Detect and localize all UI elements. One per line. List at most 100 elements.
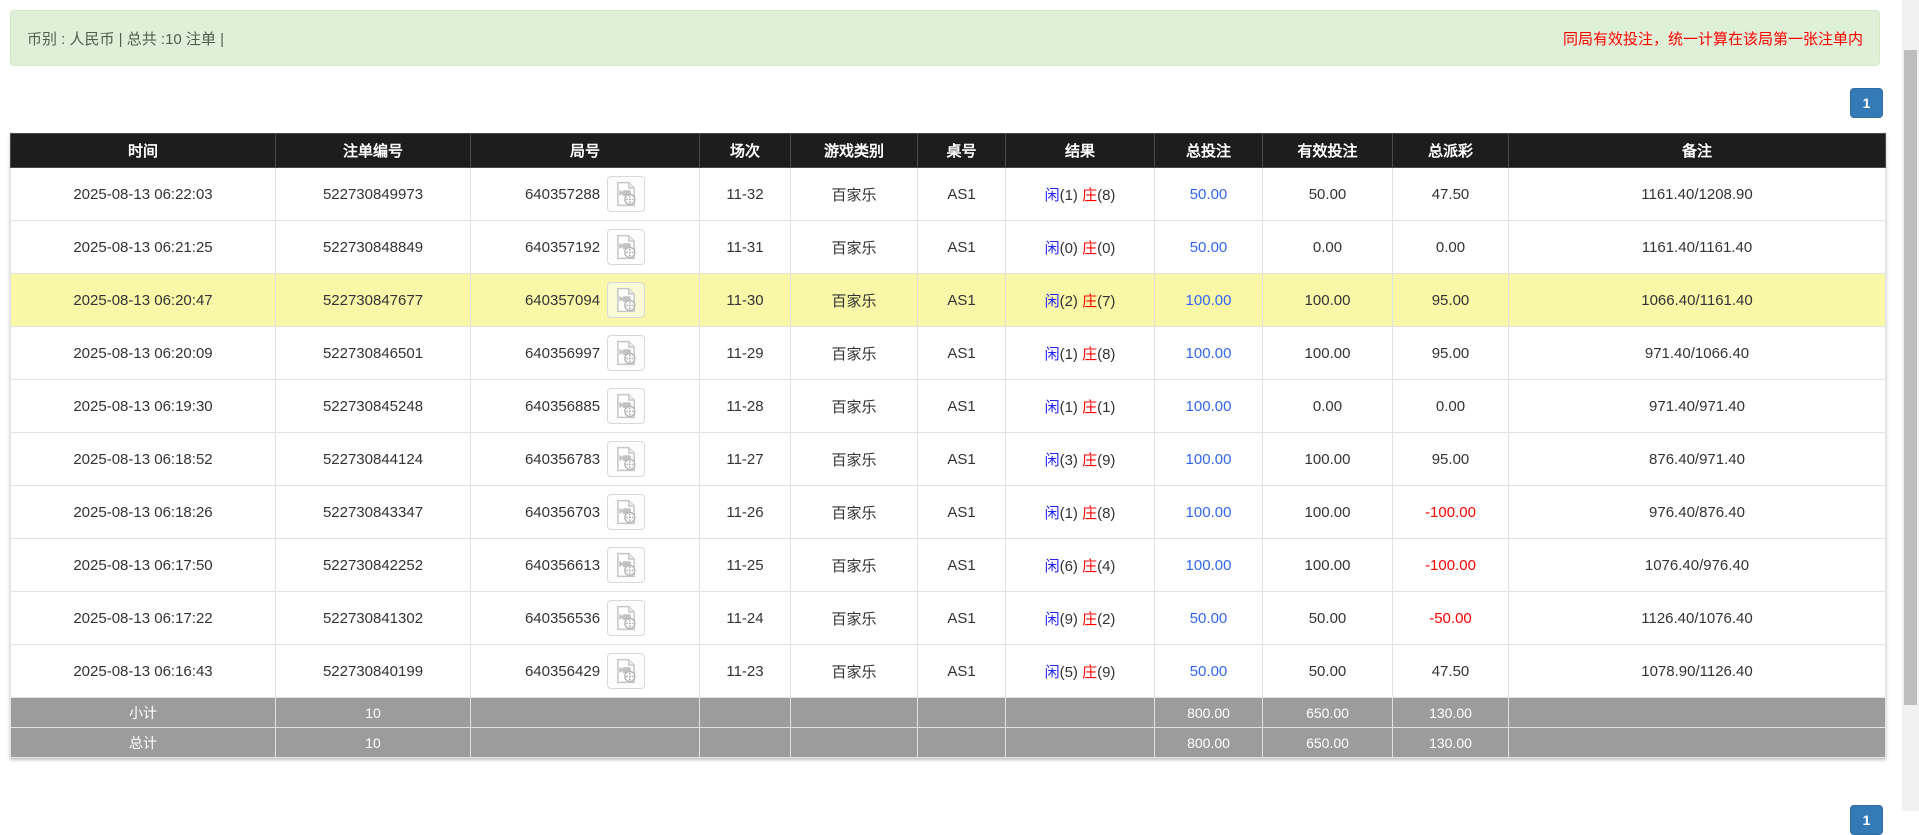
cell-payout: 95.00 [1392, 273, 1509, 327]
pagination-page-1-bottom[interactable]: 1 [1850, 805, 1883, 835]
cell-time: 2025-08-13 06:18:26 [10, 485, 276, 539]
total-label: 总计 [10, 727, 276, 758]
video-replay-button[interactable] [607, 388, 646, 424]
video-replay-button[interactable] [607, 282, 646, 318]
col-header-game-type: 游戏类别 [790, 133, 918, 168]
cell-table-no: AS1 [917, 485, 1006, 539]
cell-remark: 876.40/971.40 [1508, 432, 1886, 486]
video-replay-button[interactable] [607, 229, 646, 265]
result-banker-label: 庄 [1082, 451, 1098, 469]
total-bet-link[interactable]: 100.00 [1186, 504, 1232, 521]
cell-time: 2025-08-13 06:17:50 [10, 538, 276, 592]
cell-game-type: 百家乐 [790, 644, 918, 698]
result-banker-label: 庄 [1082, 557, 1098, 575]
col-header-payout: 总派彩 [1392, 133, 1509, 168]
total-bet-link[interactable]: 100.00 [1186, 345, 1232, 362]
video-replay-button[interactable] [607, 441, 646, 477]
result-banker-label: 庄 [1082, 504, 1098, 522]
col-header-session: 场次 [699, 133, 791, 168]
cell-session: 11-31 [699, 220, 791, 274]
cell-table-no: AS1 [917, 379, 1006, 433]
round-id-group: 640357288 [525, 176, 646, 212]
subtotal-valid-bet: 650.00 [1262, 697, 1393, 728]
cell-payout: 0.00 [1392, 220, 1509, 274]
round-id-group: 640357192 [525, 229, 646, 265]
cell-bet-id: 522730840199 [275, 644, 471, 698]
round-id-text: 640356429 [524, 662, 601, 680]
scrollbar-thumb[interactable] [1904, 50, 1917, 705]
col-header-time: 时间 [10, 133, 276, 168]
cell-time: 2025-08-13 06:17:22 [10, 591, 276, 645]
total-bet-link[interactable]: 50.00 [1190, 186, 1228, 203]
cell-time: 2025-08-13 06:21:25 [10, 220, 276, 274]
round-id-text: 640357094 [524, 291, 601, 309]
cell-session: 11-23 [699, 644, 791, 698]
result-player-label: 闲 [1044, 186, 1060, 204]
round-id-group: 640356783 [525, 441, 646, 477]
video-replay-button[interactable] [607, 547, 646, 583]
cell-game-type: 百家乐 [790, 167, 918, 221]
cell-total-bet: 100.00 [1154, 485, 1263, 539]
cell-table-no: AS1 [917, 538, 1006, 592]
cell-round-id: 640357288 [470, 167, 700, 221]
cell-session: 11-27 [699, 432, 791, 486]
cell-table-no: AS1 [917, 644, 1006, 698]
result-player-label: 闲 [1044, 663, 1060, 681]
result-player-label: 闲 [1044, 610, 1060, 628]
cell-remark: 1078.90/1126.40 [1508, 644, 1886, 698]
cell-bet-id: 522730845248 [275, 379, 471, 433]
table-row: 2025-08-13 06:20:09 522730846501 640356997… [10, 326, 1886, 380]
scrollbar-track[interactable] [1902, 0, 1919, 811]
cell-table-no: AS1 [917, 326, 1006, 380]
table-row: 2025-08-13 06:17:22 522730841302 640356536… [10, 591, 1886, 645]
subtotal-total-bet: 800.00 [1154, 697, 1263, 728]
cell-payout: 95.00 [1392, 432, 1509, 486]
bet-records-table: 时间 注单编号 局号 场次 游戏类别 桌号 结果 总投注 有效投注 总派彩 备注… [10, 133, 1886, 758]
cell-result: 闲(9) 庄(2) [1005, 591, 1155, 645]
cell-remark: 1161.40/1208.90 [1508, 167, 1886, 221]
total-bet-link[interactable]: 50.00 [1190, 239, 1228, 256]
cell-game-type: 百家乐 [790, 591, 918, 645]
total-bet-link[interactable]: 50.00 [1190, 663, 1228, 680]
video-replay-button[interactable] [607, 653, 646, 689]
table-row: 2025-08-13 06:18:26 522730843347 640356703… [10, 485, 1886, 539]
video-replay-button[interactable] [607, 176, 646, 212]
subtotal-payout: 130.00 [1392, 697, 1509, 728]
round-id-group: 640356536 [525, 600, 646, 636]
cell-total-bet: 100.00 [1154, 538, 1263, 592]
cell-session: 11-28 [699, 379, 791, 433]
cell-remark: 971.40/1066.40 [1508, 326, 1886, 380]
cell-session: 11-32 [699, 167, 791, 221]
cell-total-bet: 100.00 [1154, 273, 1263, 327]
result-banker-label: 庄 [1082, 610, 1098, 628]
pagination-page-1-top[interactable]: 1 [1850, 88, 1883, 118]
cell-bet-id: 522730846501 [275, 326, 471, 380]
round-id-text: 640356703 [524, 503, 601, 521]
cell-session: 11-25 [699, 538, 791, 592]
total-bet-link[interactable]: 100.00 [1186, 292, 1232, 309]
cell-bet-id: 522730843347 [275, 485, 471, 539]
cell-round-id: 640357094 [470, 273, 700, 327]
total-bet-link[interactable]: 100.00 [1186, 451, 1232, 468]
cell-total-bet: 100.00 [1154, 432, 1263, 486]
total-bet-link[interactable]: 100.00 [1186, 557, 1232, 574]
total-bet-link[interactable]: 100.00 [1186, 398, 1232, 415]
video-replay-icon [617, 658, 636, 684]
cell-valid-bet: 50.00 [1262, 167, 1393, 221]
video-replay-button[interactable] [607, 335, 646, 371]
cell-payout: 95.00 [1392, 326, 1509, 380]
result-player-label: 闲 [1044, 292, 1060, 310]
cell-session: 11-26 [699, 485, 791, 539]
cell-game-type: 百家乐 [790, 220, 918, 274]
cell-bet-id: 522730849973 [275, 167, 471, 221]
cell-table-no: AS1 [917, 432, 1006, 486]
cell-session: 11-29 [699, 326, 791, 380]
cell-game-type: 百家乐 [790, 273, 918, 327]
cell-remark: 971.40/971.40 [1508, 379, 1886, 433]
video-replay-button[interactable] [607, 494, 646, 530]
total-bet-link[interactable]: 50.00 [1190, 610, 1228, 627]
cell-total-bet: 50.00 [1154, 644, 1263, 698]
video-replay-button[interactable] [607, 600, 646, 636]
video-replay-icon [617, 393, 636, 419]
cell-remark: 1066.40/1161.40 [1508, 273, 1886, 327]
